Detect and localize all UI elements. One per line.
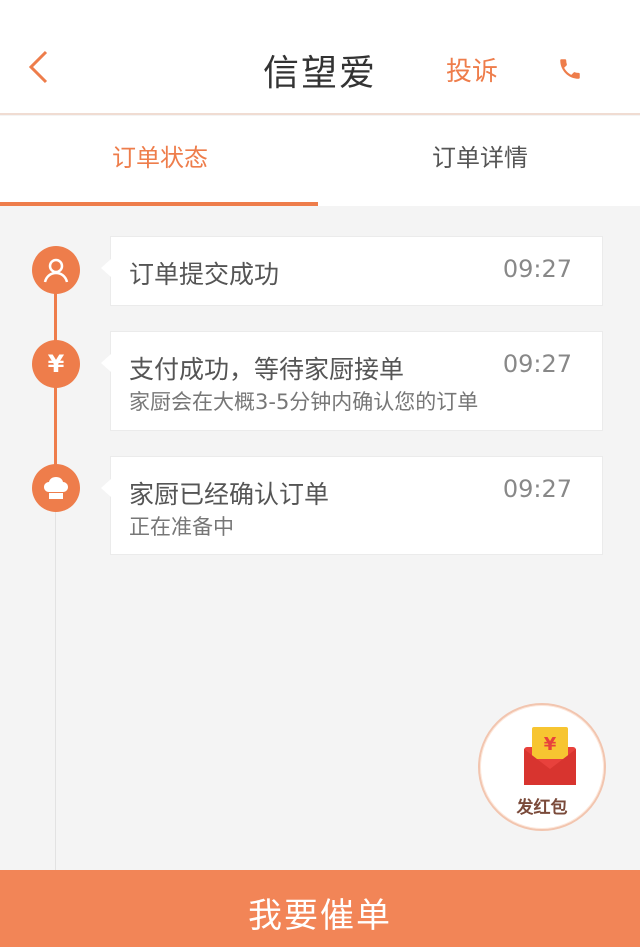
step-time: 09:27 [502, 475, 572, 503]
svg-text:¥: ¥ [544, 734, 557, 755]
tab-order-status[interactable]: 订单状态 [0, 116, 320, 206]
phone-icon [560, 59, 580, 79]
timeline-card-submitted: 订单提交成功 09:27 [101, 236, 603, 306]
yen-icon: ¥ [32, 340, 80, 388]
timeline-card-paid: 支付成功，等待家厨接单 09:27 家厨会在大概3-5分钟内确认您的订单 [101, 331, 603, 431]
tab-bar: 订单状态 订单详情 [0, 116, 640, 206]
phone-button[interactable] [552, 52, 588, 86]
tab-order-details[interactable]: 订单详情 [320, 116, 640, 206]
step-subtitle: 家厨会在大概3-5分钟内确认您的订单 [129, 390, 479, 414]
header-bar: 信望爱 投诉 [0, 0, 640, 115]
step-title: 家厨已经确认订单 [129, 480, 330, 509]
user-icon [32, 246, 80, 294]
step-title: 订单提交成功 [129, 260, 280, 289]
step-time: 09:27 [502, 350, 572, 378]
step-time: 09:27 [502, 255, 572, 283]
chef-hat-icon [32, 464, 80, 512]
page-title: 信望爱 [262, 53, 377, 94]
complain-button[interactable]: 投诉 [446, 51, 498, 88]
send-red-packet-button[interactable]: ¥ 发红包 [478, 703, 606, 831]
active-tab-indicator [0, 202, 318, 206]
urge-order-button[interactable]: 我要催单 [0, 870, 640, 947]
timeline-card-confirmed: 家厨已经确认订单 09:27 正在准备中 [101, 456, 603, 555]
step-subtitle: 正在准备中 [129, 515, 234, 539]
red-packet-label: 发红包 [516, 798, 568, 818]
red-packet-icon: ¥ [524, 727, 576, 785]
step-title: 支付成功，等待家厨接单 [129, 355, 405, 384]
